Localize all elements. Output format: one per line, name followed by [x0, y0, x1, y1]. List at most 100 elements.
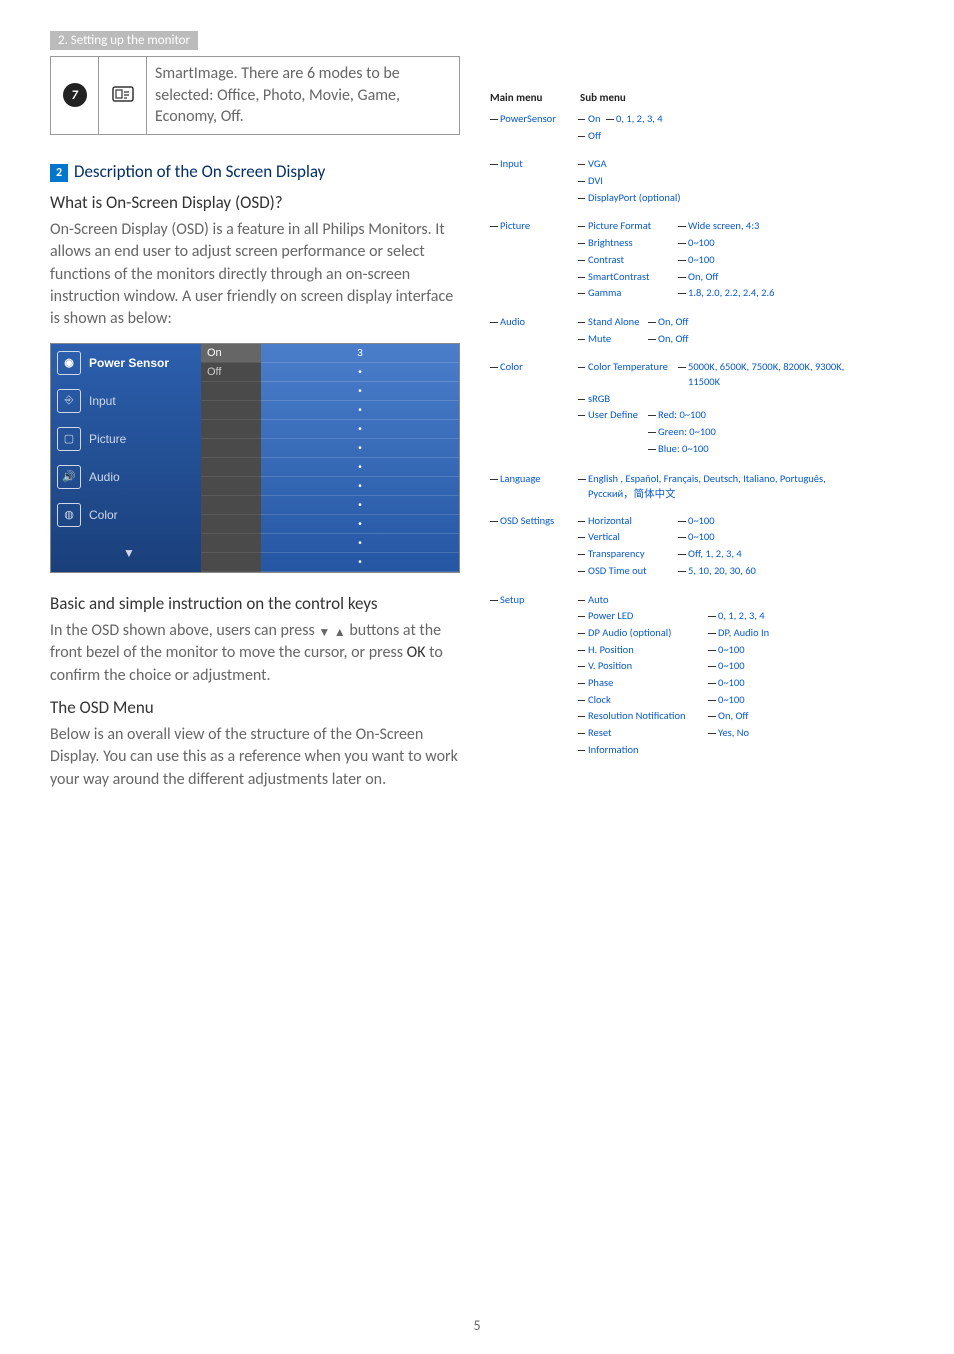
tree-sub-label: On: [578, 112, 606, 127]
osd-right-panel: 3 •••••••••••: [261, 344, 459, 572]
audio-icon: 🔊: [57, 465, 81, 489]
tree-sub-label: Contrast: [578, 253, 678, 268]
tree-sub-label: Auto: [578, 593, 708, 608]
step-number-cell: 7: [51, 57, 99, 134]
tree-sub-label: Phase: [578, 676, 708, 691]
color-icon: ◍: [57, 503, 81, 527]
section-header-chip: 2. Setting up the monitor: [50, 31, 198, 50]
tree-vals: 0, 1, 2, 3, 4: [606, 112, 663, 127]
tree-main-label: Setup: [490, 593, 568, 608]
osd-left-panel: ◉ Power Sensor ⎆ Input ▢ Picture 🔊 Audio ◍ Co…: [51, 344, 201, 572]
osd-item-picture: ▢ Picture: [51, 420, 201, 458]
tree-osd-settings: OSD Settings Horizontal0~100 Vertical0~1…: [490, 514, 904, 581]
input-icon: ⎆: [57, 389, 81, 413]
tree-vals: DP, Audio In: [708, 626, 769, 641]
heading-description-osd: 2Description of the On Screen Display: [50, 161, 460, 182]
tree-headers: Main menu Sub menu: [490, 91, 904, 104]
tree-sub-label: Information: [578, 743, 708, 758]
tree-vals: 0~100: [708, 676, 745, 691]
tree-vals: On, Off: [678, 270, 719, 285]
osd-item-input: ⎆ Input: [51, 382, 201, 420]
heading-what-is-osd: What is On-Screen Display (OSD)?: [50, 192, 460, 213]
page-number: 5: [0, 1317, 954, 1334]
tree-vals: 0~100: [708, 643, 745, 658]
picture-icon: ▢: [57, 427, 81, 451]
tree-color: Color Color Temperature5000K, 6500K, 750…: [490, 360, 904, 460]
tree-sub-label: Vertical: [578, 530, 678, 545]
heading-control-keys: Basic and simple instruction on the cont…: [50, 593, 460, 614]
osd-item-color: ◍ Color: [51, 496, 201, 534]
osd-mid-on: On: [201, 344, 261, 363]
tree-sub-label: V. Position: [578, 659, 708, 674]
tree-sub-label: sRGB: [578, 392, 678, 407]
paragraph-osd-menu: Below is an overall view of the structur…: [50, 724, 460, 791]
up-triangle-icon: ▲: [334, 625, 346, 642]
tree-sub-label: Clock: [578, 693, 708, 708]
tree-vals: 0~100: [678, 514, 715, 529]
tree-sub-label: Off: [578, 129, 606, 144]
tree-setup: Setup Auto Power LED0, 1, 2, 3, 4 DP Aud…: [490, 593, 904, 760]
menu-tree: PowerSensor On0, 1, 2, 3, 4 Off Input VG…: [490, 112, 904, 759]
osd-item-label: Power Sensor: [89, 356, 169, 370]
osd-preview: ◉ Power Sensor ⎆ Input ▢ Picture 🔊 Audio ◍ Co…: [50, 343, 460, 573]
paragraph-osd-intro: On-Screen Display (OSD) is a feature in …: [50, 219, 460, 331]
paragraph-control-keys: In the OSD shown above, users can press …: [50, 620, 460, 687]
osd-item-power-sensor: ◉ Power Sensor: [51, 344, 201, 382]
tree-sub-label: Brightness: [578, 236, 678, 251]
power-sensor-icon: ◉: [57, 351, 81, 375]
tree-vals: Off, 1, 2, 3, 4: [678, 547, 742, 562]
tree-main-label: OSD Settings: [490, 514, 568, 529]
tree-sub-label: Resolution Notification: [578, 709, 708, 724]
tree-vals: English , Español, Français, Deutsch, It…: [578, 472, 838, 501]
tree-audio: Audio Stand AloneOn, Off MuteOn, Off: [490, 315, 904, 348]
tree-vals: 5000K, 6500K, 7500K, 8200K, 9300K, 11500…: [678, 360, 848, 389]
step-number-badge: 7: [63, 83, 87, 107]
step-text: SmartImage. There are 6 modes to be sele…: [147, 57, 459, 134]
tree-sub-label: Picture Format: [578, 219, 678, 234]
osd-item-label: Color: [89, 508, 118, 522]
tree-main-label: Picture: [490, 219, 568, 234]
osd-mid-off: Off: [201, 363, 261, 382]
tree-vals: 0~100: [678, 236, 715, 251]
osd-mid-panel: On Off: [201, 344, 261, 572]
tree-sub-label: Reset: [578, 726, 708, 741]
tree-main-label: Input: [490, 157, 568, 172]
tree-main-label: Language: [490, 472, 568, 487]
tree-picture: Picture Picture FormatWide screen, 4:3 B…: [490, 219, 904, 302]
osd-item-audio: 🔊 Audio: [51, 458, 201, 496]
tree-sub-label: User Define: [578, 408, 648, 423]
tree-vals: 1.8, 2.0, 2.2, 2.4, 2.6: [678, 286, 774, 301]
tree-vals: On, Off: [708, 709, 749, 724]
tree-main-label: PowerSensor: [490, 112, 568, 127]
col-sub-menu: Sub menu: [580, 91, 626, 104]
tree-sub-label: H. Position: [578, 643, 708, 658]
osd-item-label: Input: [89, 394, 116, 408]
osd-right-val: 3: [261, 344, 459, 363]
osd-item-label: Audio: [89, 470, 120, 484]
tree-vals: On, Off: [648, 315, 689, 330]
tree-powersensor: PowerSensor On0, 1, 2, 3, 4 Off: [490, 112, 904, 145]
tree-vals: Yes, No: [708, 726, 749, 741]
tree-main-label: Audio: [490, 315, 568, 330]
osd-item-label: Picture: [89, 432, 126, 446]
col-main-menu: Main menu: [490, 91, 580, 104]
tree-vals: 0, 1, 2, 3, 4: [708, 609, 765, 624]
down-triangle-icon: ▼: [318, 625, 330, 642]
tree-vals: 0~100: [708, 693, 745, 708]
tree-sub-label: Gamma: [578, 286, 678, 301]
heading-number-badge: 2: [50, 164, 68, 182]
tree-vals: On, Off: [648, 332, 689, 347]
smartimage-icon: [99, 57, 147, 134]
tree-vals: 0~100: [678, 253, 715, 268]
keys-text-a: In the OSD shown above, users can press: [50, 621, 318, 640]
tree-sub-label: Horizontal: [578, 514, 678, 529]
tree-vals: Wide screen, 4:3: [678, 219, 759, 234]
tree-sub-label: DP Audio (optional): [578, 626, 708, 641]
tree-vals: Green: 0~100: [648, 425, 716, 440]
tree-main-label: Color: [490, 360, 568, 375]
tree-sub-label: SmartContrast: [578, 270, 678, 285]
ok-label: OK: [407, 643, 426, 662]
tree-sub-label: DisplayPort (optional): [578, 191, 681, 206]
heading-osd-menu: The OSD Menu: [50, 697, 460, 718]
tree-sub-label: OSD Time out: [578, 564, 678, 579]
